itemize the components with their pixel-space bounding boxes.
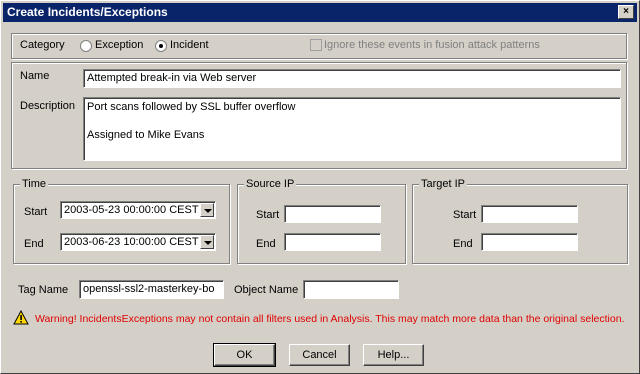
- tag-name-label: Tag Name: [18, 284, 69, 296]
- object-name-label: Object Name: [234, 284, 299, 296]
- target-ip-start-input[interactable]: [481, 205, 578, 223]
- time-start-value: 2003-05-23 00:00:00 CEST: [64, 204, 199, 216]
- description-line-3: Assigned to Mike Evans: [87, 129, 205, 141]
- incident-radio[interactable]: [155, 40, 167, 52]
- window-title: Create Incidents/Exceptions: [7, 5, 168, 19]
- title-bar[interactable]: Create Incidents/Exceptions ×: [3, 3, 637, 22]
- ok-button[interactable]: OK: [213, 343, 276, 367]
- time-legend: Time: [20, 178, 49, 190]
- source-ip-start-label: Start: [256, 209, 280, 221]
- source-ip-end-label: End: [256, 238, 276, 250]
- description-field[interactable]: Port scans followed by SSL buffer overfl…: [83, 97, 621, 161]
- ignore-fusion-label: Ignore these events in fusion attack pat…: [324, 39, 540, 51]
- cancel-button[interactable]: Cancel: [289, 344, 350, 366]
- time-group: Time Start 2003-05-23 00:00:00 CEST End …: [13, 178, 230, 264]
- target-ip-start-label: Start: [453, 209, 477, 221]
- name-label: Name: [20, 70, 50, 82]
- category-panel: Category Exception Incident Ignore these…: [11, 33, 627, 59]
- target-ip-group: Target IP Start End: [412, 178, 628, 264]
- time-start-combo[interactable]: 2003-05-23 00:00:00 CEST: [60, 201, 216, 219]
- source-ip-legend: Source IP: [244, 178, 297, 190]
- incident-radio-label[interactable]: Incident: [170, 39, 209, 51]
- source-ip-group: Source IP Start End: [237, 178, 406, 264]
- close-button[interactable]: ×: [618, 5, 634, 19]
- time-end-value: 2003-06-23 10:00:00 CEST: [64, 236, 199, 248]
- chevron-down-icon[interactable]: [200, 203, 214, 217]
- warning-icon: [13, 309, 29, 325]
- source-ip-end-input[interactable]: [284, 233, 381, 251]
- time-end-combo[interactable]: 2003-06-23 10:00:00 CEST: [60, 233, 216, 251]
- description-line-1: Port scans followed by SSL buffer overfl…: [87, 101, 296, 113]
- target-ip-legend: Target IP: [419, 178, 468, 190]
- description-line-2: [87, 114, 617, 129]
- exception-radio-label[interactable]: Exception: [95, 39, 143, 51]
- close-icon: ×: [623, 6, 629, 17]
- target-ip-end-label: End: [453, 238, 473, 250]
- name-field[interactable]: Attempted break-in via Web server: [83, 69, 621, 88]
- chevron-down-icon[interactable]: [200, 235, 214, 249]
- time-start-label: Start: [24, 206, 48, 218]
- help-button[interactable]: Help...: [363, 344, 424, 366]
- object-name-input[interactable]: [303, 280, 399, 299]
- warning-text: Warning! IncidentsExceptions may not con…: [35, 313, 625, 325]
- target-ip-end-input[interactable]: [481, 233, 578, 251]
- tag-name-input[interactable]: openssl-ssl2-masterkey-bo: [79, 280, 224, 299]
- exception-radio[interactable]: [80, 40, 92, 52]
- description-label: Description: [20, 100, 76, 112]
- time-end-label: End: [24, 238, 44, 250]
- dialog-window: Create Incidents/Exceptions × Category E…: [0, 0, 640, 374]
- category-label: Category: [20, 39, 65, 51]
- source-ip-start-input[interactable]: [284, 205, 381, 223]
- ignore-fusion-checkbox[interactable]: [310, 39, 322, 51]
- details-panel: Name Attempted break-in via Web server D…: [11, 62, 627, 169]
